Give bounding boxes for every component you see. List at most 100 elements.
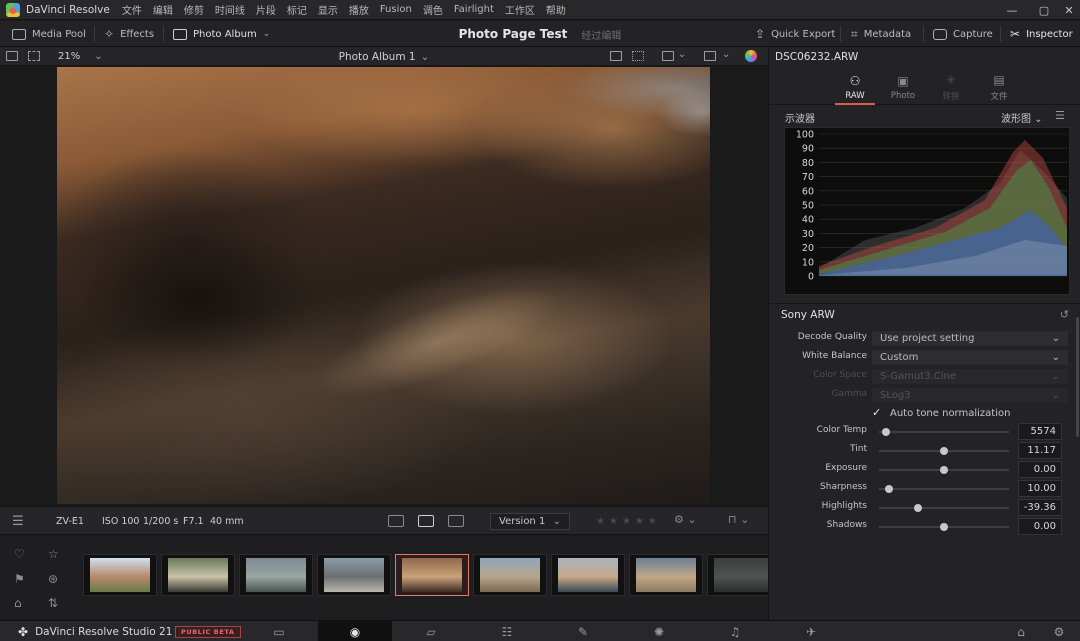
slider-value-field[interactable]: 0.00: [1018, 518, 1062, 535]
tab-transform[interactable]: ✳ 转换: [927, 69, 975, 105]
filmstrip-thumbnail[interactable]: [551, 554, 625, 596]
slider-handle[interactable]: [914, 504, 922, 512]
decode-quality-select[interactable]: Use project setting ⌄: [871, 330, 1069, 347]
star-filter-icon[interactable]: ☆: [48, 547, 59, 561]
deliver-page-icon[interactable]: ✈: [774, 621, 848, 641]
photo-preview[interactable]: [57, 67, 710, 504]
album-selector[interactable]: Photo Album 1 ⌄: [0, 47, 768, 66]
menu-mark[interactable]: 标记: [287, 2, 307, 17]
menu-color[interactable]: 调色: [423, 2, 443, 17]
quick-export-button[interactable]: ⇪ Quick Export: [755, 21, 835, 47]
slider-handle[interactable]: [940, 523, 948, 531]
fusion-page-icon[interactable]: ✎: [546, 621, 620, 641]
menu-clip[interactable]: 片段: [256, 2, 276, 17]
slider-value-field[interactable]: -39.36: [1018, 499, 1062, 516]
menu-workspace[interactable]: 工作区: [505, 2, 535, 17]
menu-view[interactable]: 显示: [318, 2, 338, 17]
slider-value-field[interactable]: 11.17: [1018, 442, 1062, 459]
focal-length-value: 40 mm: [210, 516, 244, 527]
star-icon[interactable]: ★: [609, 516, 618, 527]
menu-fairlight[interactable]: Fairlight: [454, 4, 494, 15]
chevron-down-icon[interactable]: ⌄: [722, 49, 730, 60]
viewer-options-icon[interactable]: [662, 51, 674, 61]
star-icon[interactable]: ★: [622, 516, 631, 527]
slider-handle[interactable]: [885, 485, 894, 493]
bookmark-icon[interactable]: ⊓ ⌄: [728, 513, 749, 526]
chevron-down-icon[interactable]: ⌄: [678, 49, 686, 60]
project-settings-icon[interactable]: ⚙: [1022, 621, 1080, 641]
favorite-heart-icon[interactable]: ♡: [14, 547, 25, 561]
slider-track[interactable]: [879, 488, 1009, 490]
tab-file[interactable]: ▤ 文件: [975, 69, 1023, 105]
grid-view-icon[interactable]: [632, 51, 644, 61]
slider-handle[interactable]: [940, 466, 948, 474]
single-view-icon[interactable]: [610, 51, 622, 61]
album-name: Photo Album 1: [338, 50, 416, 63]
effects-button[interactable]: ✧ Effects: [104, 21, 154, 47]
photo-album-button[interactable]: Photo Album ⌄: [173, 21, 270, 47]
menu-fusion[interactable]: Fusion: [380, 4, 412, 15]
app-name: DaVinci Resolve: [26, 3, 110, 16]
white-balance-select[interactable]: Custom ⌄: [871, 349, 1069, 366]
capture-button[interactable]: Capture: [933, 21, 993, 47]
filmstrip-thumbnail[interactable]: [473, 554, 547, 596]
close-window-button[interactable]: ✕: [1052, 0, 1080, 20]
scope-tick-label: 70: [802, 172, 814, 183]
scope-mode-selector[interactable]: 波形图 ⌄: [1001, 110, 1043, 125]
color-wheel-icon[interactable]: [745, 50, 757, 62]
inspector-button[interactable]: ✂ Inspector: [1010, 21, 1073, 47]
adjust-sliders-icon[interactable]: ☰: [12, 514, 24, 529]
filmstrip-thumbnail[interactable]: [629, 554, 703, 596]
menu-timeline[interactable]: 时间线: [215, 2, 245, 17]
minimize-button[interactable]: —: [995, 0, 1029, 20]
sort-icon[interactable]: ⇅: [48, 596, 58, 610]
star-icon[interactable]: ★: [635, 516, 644, 527]
image-viewer[interactable]: [0, 66, 768, 506]
slider-value-field[interactable]: 5574: [1018, 423, 1062, 440]
menu-edit[interactable]: 编辑: [153, 2, 173, 17]
slider-handle[interactable]: [940, 447, 948, 455]
compare-icon[interactable]: [388, 515, 404, 527]
tab-raw[interactable]: ⚇ RAW: [831, 69, 879, 105]
filmstrip-thumbnail[interactable]: [83, 554, 157, 596]
menu-file[interactable]: 文件: [122, 2, 142, 17]
reset-icon[interactable]: ↺: [1060, 308, 1069, 321]
fairlight-page-icon[interactable]: ♫: [698, 621, 772, 641]
color-tag-icon[interactable]: ⊛: [48, 572, 58, 586]
media-page-icon[interactable]: ▭: [242, 621, 316, 641]
filmstrip-thumbnail[interactable]: [395, 554, 469, 596]
scope-settings-icon[interactable]: ☰: [1055, 109, 1065, 122]
edit-page-icon[interactable]: ☷: [470, 621, 544, 641]
slider-handle[interactable]: [881, 428, 890, 436]
slider-track[interactable]: [879, 507, 1009, 509]
media-pool-button[interactable]: Media Pool: [12, 21, 86, 47]
cut-page-icon[interactable]: ▱: [394, 621, 468, 641]
star-icon[interactable]: ★: [596, 516, 605, 527]
star-icon[interactable]: ★: [648, 516, 657, 527]
image-icon[interactable]: [418, 515, 434, 527]
menu-trim[interactable]: 修剪: [184, 2, 204, 17]
slider-value-field[interactable]: 10.00: [1018, 480, 1062, 497]
version-selector[interactable]: Version 1 ⌄: [490, 513, 570, 530]
auto-tone-checkbox[interactable]: ✓ Auto tone normalization: [872, 404, 1010, 422]
photo-page-icon[interactable]: ◉: [318, 621, 392, 641]
menu-playback[interactable]: 播放: [349, 2, 369, 17]
overlay-icon[interactable]: [704, 51, 716, 61]
metadata-button[interactable]: ⌗ Metadata: [851, 21, 911, 47]
slider-track[interactable]: [879, 431, 1009, 433]
menu-help[interactable]: 帮助: [546, 2, 566, 17]
filmstrip-thumbnail[interactable]: [317, 554, 391, 596]
filmstrip-thumbnail[interactable]: [239, 554, 313, 596]
aperture-value: F7.1: [183, 516, 204, 527]
zoom-selector[interactable]: 21% ⌄: [58, 47, 103, 66]
flag-icon[interactable]: ⚑: [14, 572, 25, 586]
inspector-scrollbar[interactable]: [1076, 317, 1079, 437]
reject-icon[interactable]: [448, 515, 464, 527]
color-page-icon[interactable]: ✺: [622, 621, 696, 641]
slider-value-field[interactable]: 0.00: [1018, 461, 1062, 478]
tag-icon[interactable]: ⌂: [14, 596, 22, 610]
settings-icon[interactable]: ⚙ ⌄: [674, 513, 697, 526]
tab-photo[interactable]: ▣ Photo: [879, 69, 927, 105]
star-rating[interactable]: ★ ★ ★ ★ ★: [596, 507, 657, 536]
filmstrip-thumbnail[interactable]: [161, 554, 235, 596]
